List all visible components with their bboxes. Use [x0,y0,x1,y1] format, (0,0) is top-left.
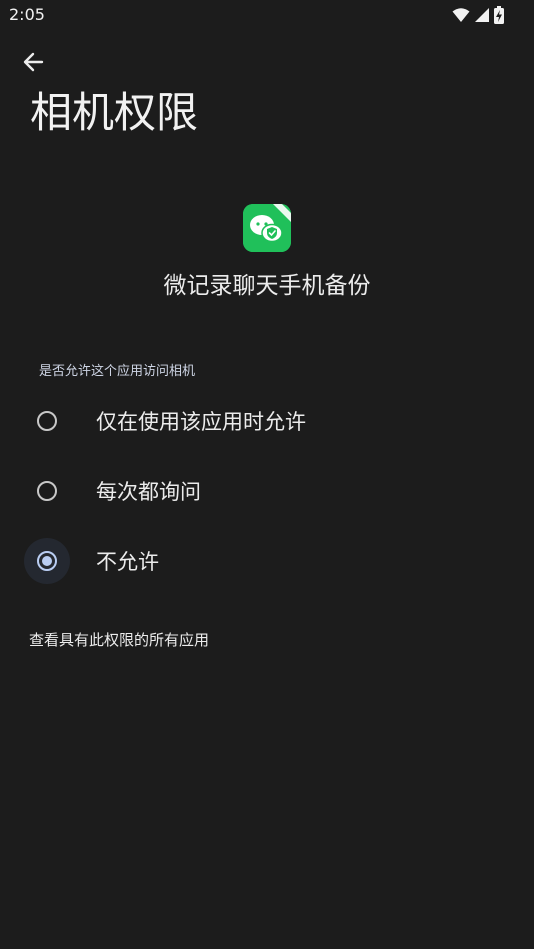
app-name: 微记录聊天手机备份 [163,273,371,299]
option-allow-while-using[interactable]: 仅在使用该应用时允许 [24,397,514,445]
battery-charging-icon [494,6,504,28]
app-icon [243,204,291,252]
option-label: 不允许 [96,550,159,574]
status-bar: 2:05 [0,0,534,30]
radio-circle-icon [37,411,57,431]
status-icons [452,6,504,28]
back-button[interactable] [20,48,48,76]
radio-button[interactable] [24,398,70,444]
signal-icon [474,7,490,27]
view-all-apps-link[interactable]: 查看具有此权限的所有应用 [29,629,209,650]
arrow-left-icon [23,52,44,72]
section-label: 是否允许这个应用访问相机 [39,364,196,379]
option-label: 每次都询问 [96,480,201,504]
option-deny[interactable]: 不允许 [24,537,514,585]
radio-button[interactable] [24,468,70,514]
status-time: 2:05 [9,5,45,24]
wifi-icon [452,7,470,27]
radio-circle-icon [37,481,57,501]
option-label: 仅在使用该应用时允许 [96,410,306,434]
option-ask-every-time[interactable]: 每次都询问 [24,467,514,515]
radio-button[interactable] [24,538,70,584]
radio-checked-icon [37,551,57,571]
page-title: 相机权限 [30,88,199,137]
